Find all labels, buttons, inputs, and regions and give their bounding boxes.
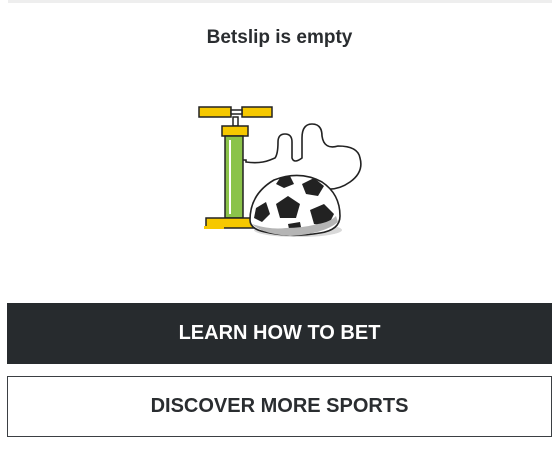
discover-more-sports-button[interactable]: DISCOVER MORE SPORTS [7, 376, 552, 437]
top-divider [8, 0, 552, 3]
betslip-empty-title: Betslip is empty [206, 27, 353, 48]
learn-how-to-bet-button[interactable]: LEARN HOW TO BET [7, 303, 552, 364]
pump-football-icon [190, 98, 370, 248]
